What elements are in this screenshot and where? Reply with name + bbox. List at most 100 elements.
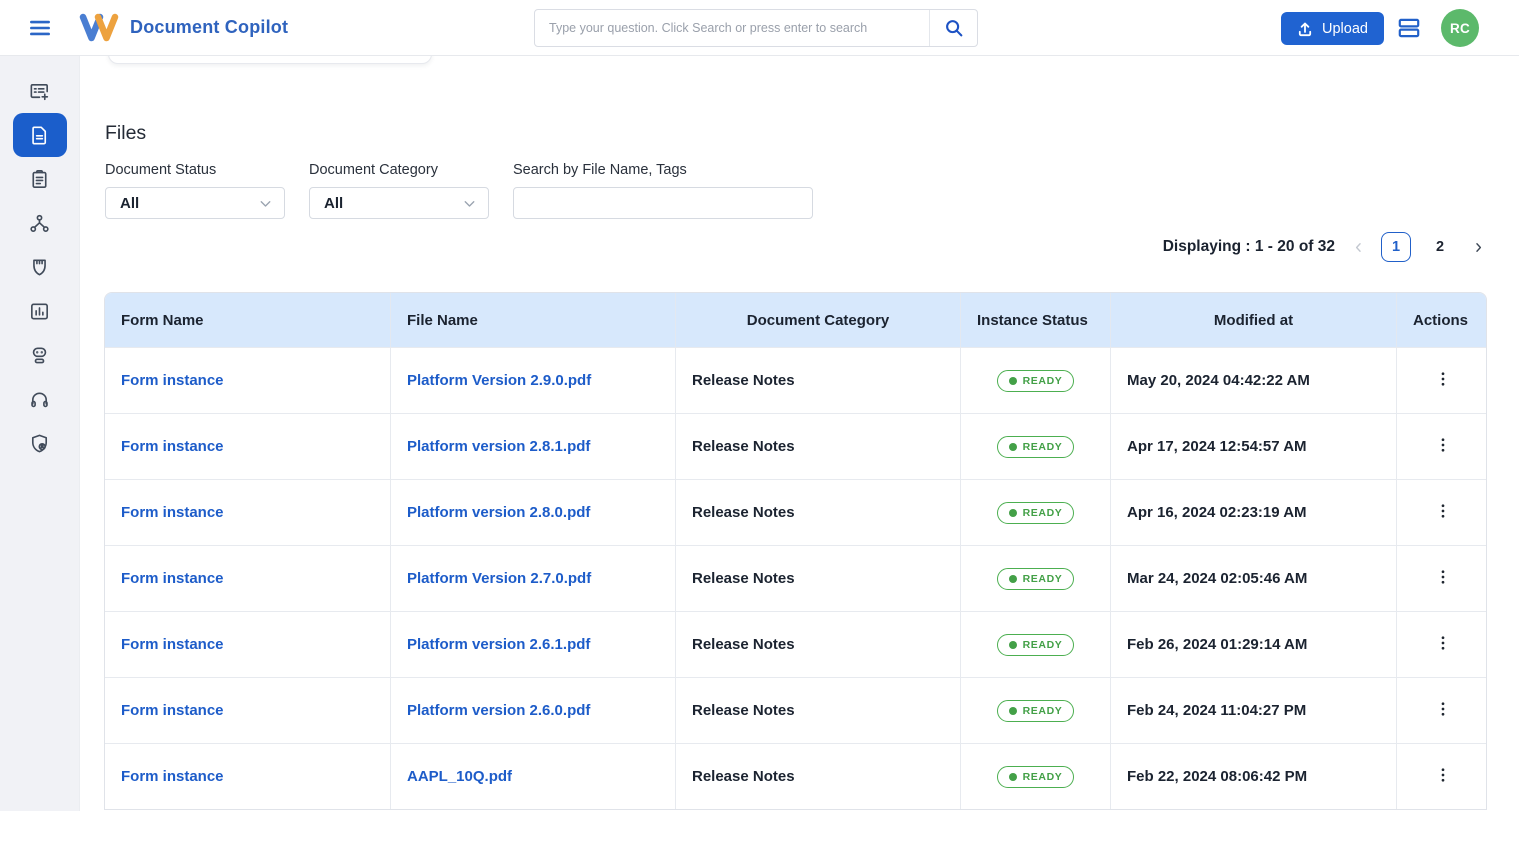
document-category-select[interactable]: All [309, 187, 489, 219]
status-badge: READY [996, 369, 1075, 392]
document-category-cell: Release Notes [692, 636, 795, 653]
sidebar-item-documents[interactable] [12, 113, 67, 157]
form-name-link[interactable]: Form instance [121, 570, 224, 587]
column-header: Instance Status [961, 293, 1111, 347]
pagination-prev-button[interactable] [1349, 232, 1367, 262]
file-name-link[interactable]: Platform version 2.6.0.pdf [407, 702, 590, 719]
form-name-link[interactable]: Form instance [121, 636, 224, 653]
table-header-row: Form Name File Name Document Category Insta… [105, 293, 1486, 347]
status-dot-icon [1008, 442, 1017, 451]
file-name-link[interactable]: Platform version 2.6.1.pdf [407, 636, 590, 653]
form-name-link[interactable]: Form instance [121, 438, 224, 455]
status-dot-icon [1008, 706, 1017, 715]
document-status-select[interactable]: All [105, 187, 285, 219]
chevron-left-icon [1355, 242, 1361, 252]
menu-icon[interactable] [26, 15, 54, 41]
status-badge: READY [996, 699, 1075, 722]
table-body: Form instance Platform Version 2.9.0.pdf… [105, 347, 1486, 809]
form-name-link[interactable]: Form instance [121, 372, 224, 389]
table-row: Form instance Platform version 2.8.1.pdf… [105, 413, 1486, 479]
pagination-pages: 12 [1381, 232, 1455, 262]
row-actions-button[interactable] [1426, 497, 1460, 528]
status-dot-icon [1008, 640, 1017, 649]
page-button[interactable]: 1 [1381, 232, 1411, 262]
sidebar-item-workflow[interactable] [13, 201, 67, 245]
bar-chart-icon [31, 302, 48, 320]
filter-file-search: Search by File Name, Tags [513, 162, 813, 219]
document-icon [32, 126, 47, 144]
file-search-input[interactable] [513, 187, 813, 219]
sidebar-item-form-add[interactable] [13, 69, 67, 113]
avatar[interactable]: RC [1441, 9, 1479, 47]
main-content: Files Document Status All Document Categ… [80, 8, 1519, 811]
status-badge: READY [996, 633, 1075, 656]
modified-at-cell: Apr 16, 2024 02:23:19 AM [1127, 504, 1307, 521]
kebab-menu-icon [1441, 768, 1444, 782]
table-row: Form instance Platform version 2.8.0.pdf… [105, 479, 1486, 545]
chevron-down-icon [464, 200, 475, 207]
row-actions-button[interactable] [1426, 563, 1460, 594]
global-search-input[interactable] [535, 10, 929, 46]
modified-at-cell: Mar 24, 2024 02:05:46 AM [1127, 570, 1308, 587]
upload-label: Upload [1322, 20, 1368, 37]
form-name-link[interactable]: Form instance [121, 768, 224, 785]
avatar-initials: RC [1449, 20, 1471, 36]
document-category-label: Document Category [309, 162, 438, 178]
status-label: READY [1022, 440, 1063, 453]
sidebar-item-clipboard[interactable] [13, 157, 67, 201]
row-actions-button[interactable] [1426, 629, 1460, 660]
status-dot-icon [1008, 376, 1017, 385]
pagination-next-button[interactable] [1469, 232, 1487, 262]
status-dot-icon [1008, 508, 1017, 517]
status-badge: READY [996, 567, 1075, 590]
status-dot-icon [1008, 772, 1017, 781]
sidebar-item-assistant[interactable] [13, 333, 67, 377]
status-badge: READY [996, 435, 1075, 458]
status-badge: READY [996, 765, 1075, 788]
row-actions-button[interactable] [1426, 365, 1460, 396]
shield-user-icon [31, 434, 48, 452]
files-table: Form Name File Name Document Category Insta… [104, 292, 1487, 810]
sidebar-item-analytics[interactable] [13, 289, 67, 333]
file-name-link[interactable]: Platform version 2.8.1.pdf [407, 438, 590, 455]
file-name-link[interactable]: Platform Version 2.9.0.pdf [407, 372, 591, 389]
kebab-menu-icon [1441, 372, 1444, 386]
table-row: Form instance Platform version 2.6.0.pdf… [105, 677, 1486, 743]
row-actions-button[interactable] [1426, 761, 1460, 792]
clipboard-icon [32, 169, 47, 188]
kebab-menu-icon [1441, 702, 1444, 716]
kebab-menu-icon [1441, 504, 1444, 518]
page-button[interactable]: 2 [1425, 232, 1455, 262]
filters-bar: Document Status All Document Category Al… [105, 162, 1519, 219]
kebab-menu-icon [1441, 636, 1444, 650]
row-actions-button[interactable] [1426, 431, 1460, 462]
status-dot-icon [1008, 574, 1017, 583]
upload-button[interactable]: Upload [1281, 12, 1384, 45]
document-category-cell: Release Notes [692, 702, 795, 719]
table-row: Form instance Platform Version 2.9.0.pdf… [105, 347, 1486, 413]
status-label: READY [1022, 506, 1063, 519]
kebab-menu-icon [1441, 438, 1444, 452]
sidebar-item-shield-user[interactable] [13, 421, 67, 465]
sidebar-item-shield[interactable] [13, 245, 67, 289]
chevron-down-icon [260, 200, 271, 207]
sidebar-item-headset[interactable] [13, 377, 67, 421]
status-label: READY [1022, 770, 1063, 783]
row-actions-button[interactable] [1426, 695, 1460, 726]
file-name-link[interactable]: Platform version 2.8.0.pdf [407, 504, 590, 521]
file-name-link[interactable]: AAPL_10Q.pdf [407, 768, 512, 785]
status-label: READY [1022, 704, 1063, 717]
stack-icon[interactable] [1395, 15, 1423, 41]
filter-document-status: Document Status All [105, 162, 285, 219]
form-name-link[interactable]: Form instance [121, 702, 224, 719]
search-icon[interactable] [929, 10, 977, 46]
form-name-link[interactable]: Form instance [121, 504, 224, 521]
chevron-right-icon [1475, 242, 1481, 252]
file-name-link[interactable]: Platform Version 2.7.0.pdf [407, 570, 591, 587]
modified-at-cell: May 20, 2024 04:42:22 AM [1127, 372, 1310, 389]
document-category-cell: Release Notes [692, 768, 795, 785]
file-search-label: Search by File Name, Tags [513, 162, 687, 178]
document-category-cell: Release Notes [692, 372, 795, 389]
status-label: READY [1022, 374, 1063, 387]
document-category-cell: Release Notes [692, 504, 795, 521]
